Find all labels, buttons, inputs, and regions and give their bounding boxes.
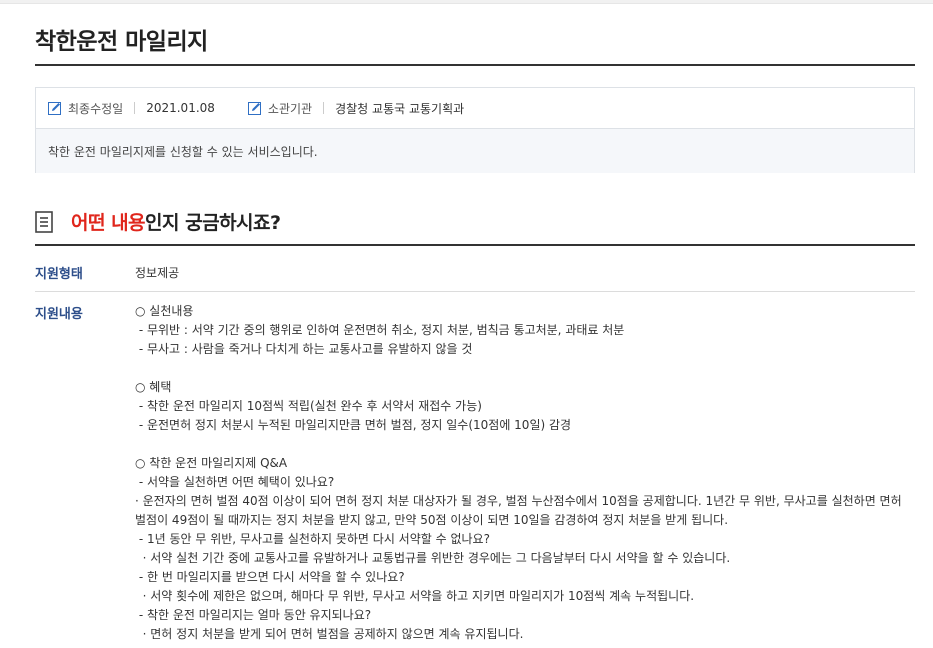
support-content-label: 지원내용 [35,307,83,322]
content-line: · 면허 정지 처분을 받게 되어 면허 벌점을 공제하지 않으면 계속 유지됩… [135,627,524,641]
modified-date-label: 최종수정일 [68,101,124,116]
content-blank [135,435,910,454]
agency-value: 경찰청 교통국 교통기획과 [335,101,465,116]
support-type-value: 정보제공 [135,266,180,280]
service-description: 착한 운전 마일리지제를 신청할 수 있는 서비스입니다. [36,129,914,173]
support-type-label: 지원형태 [35,267,83,282]
content-line: - 무사고 : 사람을 죽거나 다치게 하는 교통사고를 유발하지 않을 것 [135,342,473,356]
section-title-highlight: 어떤 내용 [71,212,146,234]
support-content-body: ○ 실천내용 - 무위반 : 서약 기간 중의 행위로 인하여 운전면허 취소,… [135,302,910,644]
top-border [0,0,933,4]
agency-item: 소관기관 경찰청 교통국 교통기획과 [247,100,465,117]
content-line: - 1년 동안 무 위반, 무사고를 실천하지 못하면 다시 서약할 수 없나요… [135,532,490,546]
section-title: 어떤 내용인지 궁금하시죠? [71,208,281,235]
title-divider [35,64,915,66]
section-title-rest: 인지 궁금하시죠? [145,212,281,234]
edit-pen-icon [247,102,261,115]
section-divider [35,244,915,246]
content-blank [135,359,910,378]
content-line: - 착한 운전 마일리지는 얼마 동안 유지되나요? [135,608,372,622]
modified-date-value: 2021.01.08 [146,101,215,115]
content-line: · 서약 횟수에 제한은 없으며, 해마다 무 위반, 무사고 서약을 하고 지… [135,589,695,603]
meta-separator [134,102,136,114]
row-divider [35,291,915,292]
content-line: · 운전자의 면허 벌점 40점 이상이 되어 면허 정지 처분 대상자가 될 … [135,494,902,527]
content-line: ○ 착한 운전 마일리지제 Q&A [135,456,288,470]
content-line: ○ 혜택 [135,380,172,394]
content-line: - 서약을 실천하면 어떤 혜택이 있나요? [135,475,335,489]
content-line: - 무위반 : 서약 기간 중의 행위로 인하여 운전면허 취소, 정지 처분,… [135,323,625,337]
content-line: - 한 번 마일리지를 받으면 다시 서약을 할 수 있나요? [135,570,405,584]
meta-row: 최종수정일 2021.01.08 소관기관 경찰청 교통국 교통기획과 [36,88,914,129]
content-line: ○ 실천내용 [135,304,194,318]
edit-pen-icon [48,102,61,115]
content-line: · 서약 실천 기간 중에 교통사고를 유발하거나 교통법규를 위반한 경우에는… [135,551,731,565]
section-heading: 어떤 내용인지 궁금하시죠? [35,208,281,235]
meta-separator [323,102,325,114]
agency-label: 소관기관 [267,101,313,116]
modified-date-item: 최종수정일 2021.01.08 [48,100,215,117]
document-icon [35,210,53,233]
info-box: 최종수정일 2021.01.08 소관기관 경찰청 교통국 교통기획과 착한 운… [35,87,915,173]
content-line: - 운전면허 정지 처분시 누적된 마일리지만큼 면허 벌점, 정지 일수(10… [135,418,572,432]
page-title: 착한운전 마일리지 [35,29,208,55]
content-line: - 착한 운전 마일리지 10점씩 적립(실천 완수 후 서약서 재접수 가능) [135,399,482,413]
